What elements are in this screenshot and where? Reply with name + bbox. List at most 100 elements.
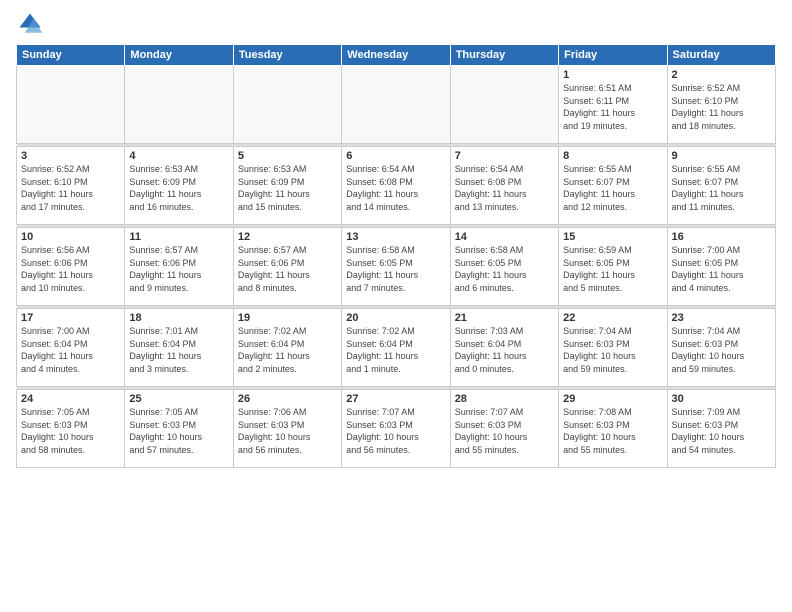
- calendar-cell: 18Sunrise: 7:01 AM Sunset: 6:04 PM Dayli…: [125, 309, 233, 387]
- day-number: 24: [21, 393, 120, 405]
- calendar-cell: 27Sunrise: 7:07 AM Sunset: 6:03 PM Dayli…: [342, 390, 450, 468]
- calendar-cell: 19Sunrise: 7:02 AM Sunset: 6:04 PM Dayli…: [233, 309, 341, 387]
- day-info: Sunrise: 6:58 AM Sunset: 6:05 PM Dayligh…: [346, 244, 445, 294]
- week-row-1: 3Sunrise: 6:52 AM Sunset: 6:10 PM Daylig…: [17, 147, 776, 225]
- day-info: Sunrise: 6:53 AM Sunset: 6:09 PM Dayligh…: [238, 163, 337, 213]
- calendar-cell: 12Sunrise: 6:57 AM Sunset: 6:06 PM Dayli…: [233, 228, 341, 306]
- weekday-header-row: SundayMondayTuesdayWednesdayThursdayFrid…: [17, 45, 776, 66]
- day-info: Sunrise: 6:55 AM Sunset: 6:07 PM Dayligh…: [672, 163, 771, 213]
- day-number: 21: [455, 312, 554, 324]
- day-info: Sunrise: 7:00 AM Sunset: 6:05 PM Dayligh…: [672, 244, 771, 294]
- day-number: 5: [238, 150, 337, 162]
- day-number: 2: [672, 69, 771, 81]
- calendar-cell: 16Sunrise: 7:00 AM Sunset: 6:05 PM Dayli…: [667, 228, 775, 306]
- week-row-0: 1Sunrise: 6:51 AM Sunset: 6:11 PM Daylig…: [17, 66, 776, 144]
- week-row-3: 17Sunrise: 7:00 AM Sunset: 6:04 PM Dayli…: [17, 309, 776, 387]
- day-info: Sunrise: 7:09 AM Sunset: 6:03 PM Dayligh…: [672, 406, 771, 456]
- weekday-saturday: Saturday: [667, 45, 775, 66]
- day-info: Sunrise: 7:05 AM Sunset: 6:03 PM Dayligh…: [21, 406, 120, 456]
- day-info: Sunrise: 7:07 AM Sunset: 6:03 PM Dayligh…: [346, 406, 445, 456]
- day-number: 22: [563, 312, 662, 324]
- calendar-cell: 17Sunrise: 7:00 AM Sunset: 6:04 PM Dayli…: [17, 309, 125, 387]
- day-info: Sunrise: 6:55 AM Sunset: 6:07 PM Dayligh…: [563, 163, 662, 213]
- day-info: Sunrise: 7:07 AM Sunset: 6:03 PM Dayligh…: [455, 406, 554, 456]
- day-number: 25: [129, 393, 228, 405]
- header: [16, 10, 776, 38]
- calendar: SundayMondayTuesdayWednesdayThursdayFrid…: [16, 44, 776, 468]
- day-number: 17: [21, 312, 120, 324]
- page: SundayMondayTuesdayWednesdayThursdayFrid…: [0, 0, 792, 478]
- calendar-cell: 30Sunrise: 7:09 AM Sunset: 6:03 PM Dayli…: [667, 390, 775, 468]
- day-number: 12: [238, 231, 337, 243]
- day-number: 28: [455, 393, 554, 405]
- day-number: 27: [346, 393, 445, 405]
- calendar-cell: 4Sunrise: 6:53 AM Sunset: 6:09 PM Daylig…: [125, 147, 233, 225]
- day-info: Sunrise: 6:54 AM Sunset: 6:08 PM Dayligh…: [346, 163, 445, 213]
- calendar-cell: 20Sunrise: 7:02 AM Sunset: 6:04 PM Dayli…: [342, 309, 450, 387]
- calendar-cell: 23Sunrise: 7:04 AM Sunset: 6:03 PM Dayli…: [667, 309, 775, 387]
- calendar-cell: 24Sunrise: 7:05 AM Sunset: 6:03 PM Dayli…: [17, 390, 125, 468]
- calendar-cell: 5Sunrise: 6:53 AM Sunset: 6:09 PM Daylig…: [233, 147, 341, 225]
- day-info: Sunrise: 7:03 AM Sunset: 6:04 PM Dayligh…: [455, 325, 554, 375]
- calendar-cell: 26Sunrise: 7:06 AM Sunset: 6:03 PM Dayli…: [233, 390, 341, 468]
- day-number: 30: [672, 393, 771, 405]
- calendar-cell: 25Sunrise: 7:05 AM Sunset: 6:03 PM Dayli…: [125, 390, 233, 468]
- calendar-cell: 29Sunrise: 7:08 AM Sunset: 6:03 PM Dayli…: [559, 390, 667, 468]
- day-info: Sunrise: 6:52 AM Sunset: 6:10 PM Dayligh…: [672, 82, 771, 132]
- calendar-cell: 7Sunrise: 6:54 AM Sunset: 6:08 PM Daylig…: [450, 147, 558, 225]
- calendar-cell: [17, 66, 125, 144]
- day-info: Sunrise: 7:08 AM Sunset: 6:03 PM Dayligh…: [563, 406, 662, 456]
- day-info: Sunrise: 6:56 AM Sunset: 6:06 PM Dayligh…: [21, 244, 120, 294]
- calendar-cell: [450, 66, 558, 144]
- calendar-cell: 1Sunrise: 6:51 AM Sunset: 6:11 PM Daylig…: [559, 66, 667, 144]
- day-info: Sunrise: 6:52 AM Sunset: 6:10 PM Dayligh…: [21, 163, 120, 213]
- day-number: 8: [563, 150, 662, 162]
- day-number: 15: [563, 231, 662, 243]
- day-number: 13: [346, 231, 445, 243]
- day-number: 19: [238, 312, 337, 324]
- day-info: Sunrise: 6:58 AM Sunset: 6:05 PM Dayligh…: [455, 244, 554, 294]
- calendar-cell: [125, 66, 233, 144]
- day-number: 29: [563, 393, 662, 405]
- weekday-friday: Friday: [559, 45, 667, 66]
- week-row-2: 10Sunrise: 6:56 AM Sunset: 6:06 PM Dayli…: [17, 228, 776, 306]
- day-number: 11: [129, 231, 228, 243]
- day-number: 10: [21, 231, 120, 243]
- day-number: 14: [455, 231, 554, 243]
- day-info: Sunrise: 6:54 AM Sunset: 6:08 PM Dayligh…: [455, 163, 554, 213]
- day-number: 7: [455, 150, 554, 162]
- weekday-sunday: Sunday: [17, 45, 125, 66]
- day-number: 6: [346, 150, 445, 162]
- day-info: Sunrise: 7:06 AM Sunset: 6:03 PM Dayligh…: [238, 406, 337, 456]
- weekday-wednesday: Wednesday: [342, 45, 450, 66]
- day-info: Sunrise: 7:05 AM Sunset: 6:03 PM Dayligh…: [129, 406, 228, 456]
- calendar-cell: 22Sunrise: 7:04 AM Sunset: 6:03 PM Dayli…: [559, 309, 667, 387]
- calendar-cell: 11Sunrise: 6:57 AM Sunset: 6:06 PM Dayli…: [125, 228, 233, 306]
- calendar-cell: 28Sunrise: 7:07 AM Sunset: 6:03 PM Dayli…: [450, 390, 558, 468]
- day-info: Sunrise: 7:04 AM Sunset: 6:03 PM Dayligh…: [563, 325, 662, 375]
- day-number: 4: [129, 150, 228, 162]
- calendar-cell: 14Sunrise: 6:58 AM Sunset: 6:05 PM Dayli…: [450, 228, 558, 306]
- day-number: 9: [672, 150, 771, 162]
- calendar-cell: 8Sunrise: 6:55 AM Sunset: 6:07 PM Daylig…: [559, 147, 667, 225]
- day-info: Sunrise: 6:59 AM Sunset: 6:05 PM Dayligh…: [563, 244, 662, 294]
- week-row-4: 24Sunrise: 7:05 AM Sunset: 6:03 PM Dayli…: [17, 390, 776, 468]
- day-number: 18: [129, 312, 228, 324]
- calendar-cell: [342, 66, 450, 144]
- calendar-cell: 6Sunrise: 6:54 AM Sunset: 6:08 PM Daylig…: [342, 147, 450, 225]
- logo-icon: [16, 10, 44, 38]
- weekday-monday: Monday: [125, 45, 233, 66]
- calendar-cell: [233, 66, 341, 144]
- day-info: Sunrise: 7:02 AM Sunset: 6:04 PM Dayligh…: [238, 325, 337, 375]
- day-info: Sunrise: 6:51 AM Sunset: 6:11 PM Dayligh…: [563, 82, 662, 132]
- weekday-tuesday: Tuesday: [233, 45, 341, 66]
- day-info: Sunrise: 7:04 AM Sunset: 6:03 PM Dayligh…: [672, 325, 771, 375]
- calendar-cell: 10Sunrise: 6:56 AM Sunset: 6:06 PM Dayli…: [17, 228, 125, 306]
- day-number: 3: [21, 150, 120, 162]
- day-info: Sunrise: 7:00 AM Sunset: 6:04 PM Dayligh…: [21, 325, 120, 375]
- calendar-cell: 9Sunrise: 6:55 AM Sunset: 6:07 PM Daylig…: [667, 147, 775, 225]
- calendar-cell: 21Sunrise: 7:03 AM Sunset: 6:04 PM Dayli…: [450, 309, 558, 387]
- day-info: Sunrise: 7:02 AM Sunset: 6:04 PM Dayligh…: [346, 325, 445, 375]
- day-info: Sunrise: 6:57 AM Sunset: 6:06 PM Dayligh…: [238, 244, 337, 294]
- day-number: 1: [563, 69, 662, 81]
